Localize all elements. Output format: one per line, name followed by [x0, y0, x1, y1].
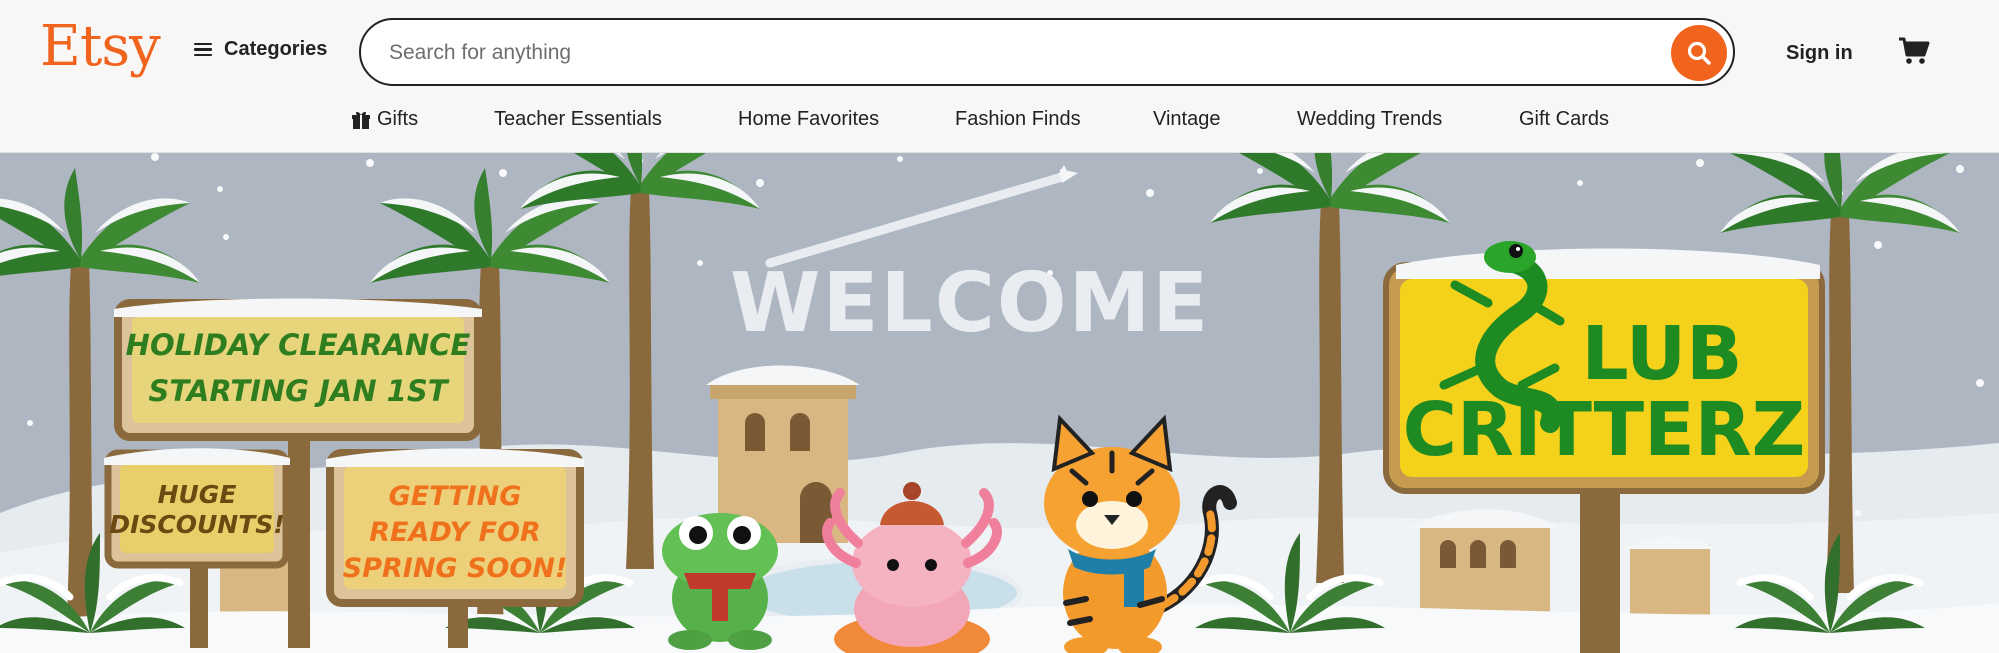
- nav-item-home-favorites[interactable]: Home Favorites: [738, 108, 879, 131]
- categories-button[interactable]: Categories: [194, 38, 327, 61]
- nav-item-gifts[interactable]: Gifts: [351, 108, 418, 131]
- spring-sign-line3: SPRING SOON!: [343, 553, 568, 584]
- welcome-text: WELCOME: [730, 256, 1210, 351]
- nav-item-teacher-essentials[interactable]: Teacher Essentials: [494, 108, 662, 131]
- hero-banner[interactable]: WELCOME HOLIDAY CLEARANCE STARTING JAN 1…: [0, 153, 1999, 653]
- discounts-sign-line1: HUGE: [158, 480, 237, 509]
- cart-button[interactable]: [1897, 34, 1931, 73]
- spring-sign-line1: GETTING: [389, 481, 522, 512]
- search-button[interactable]: [1671, 25, 1727, 81]
- nav-item-vintage[interactable]: Vintage: [1153, 108, 1220, 131]
- nav-item-label: Gifts: [377, 108, 419, 130]
- categories-label: Categories: [224, 38, 328, 60]
- search-icon: [1687, 41, 1711, 65]
- site-header: Etsy Categories Sign in: [0, 0, 1999, 153]
- club-sign-line2: CRITTERZ: [1403, 387, 1806, 473]
- nav-item-wedding-trends[interactable]: Wedding Trends: [1297, 108, 1442, 131]
- discounts-sign-line2: DISCOUNTS!: [109, 510, 284, 539]
- search-bar: [359, 18, 1735, 86]
- category-nav: Gifts Teacher Essentials Home Favorites …: [0, 108, 1999, 134]
- gift-icon: [352, 111, 370, 129]
- hamburger-menu-icon: [194, 42, 212, 57]
- cart-icon: [1899, 37, 1930, 64]
- holiday-sign-line2: STARTING JAN 1ST: [148, 374, 449, 408]
- etsy-logo[interactable]: Etsy: [40, 14, 161, 79]
- spring-sign-line2: READY FOR: [369, 517, 541, 548]
- club-sign-line1: LUB: [1581, 311, 1742, 397]
- search-input[interactable]: [387, 20, 1641, 86]
- hero-illustration: WELCOME HOLIDAY CLEARANCE STARTING JAN 1…: [0, 153, 1999, 653]
- nav-item-gift-cards[interactable]: Gift Cards: [1519, 108, 1609, 131]
- holiday-sign-line1: HOLIDAY CLEARANCE: [126, 328, 471, 362]
- nav-item-fashion-finds[interactable]: Fashion Finds: [955, 108, 1081, 131]
- sign-in-link[interactable]: Sign in: [1786, 42, 1853, 65]
